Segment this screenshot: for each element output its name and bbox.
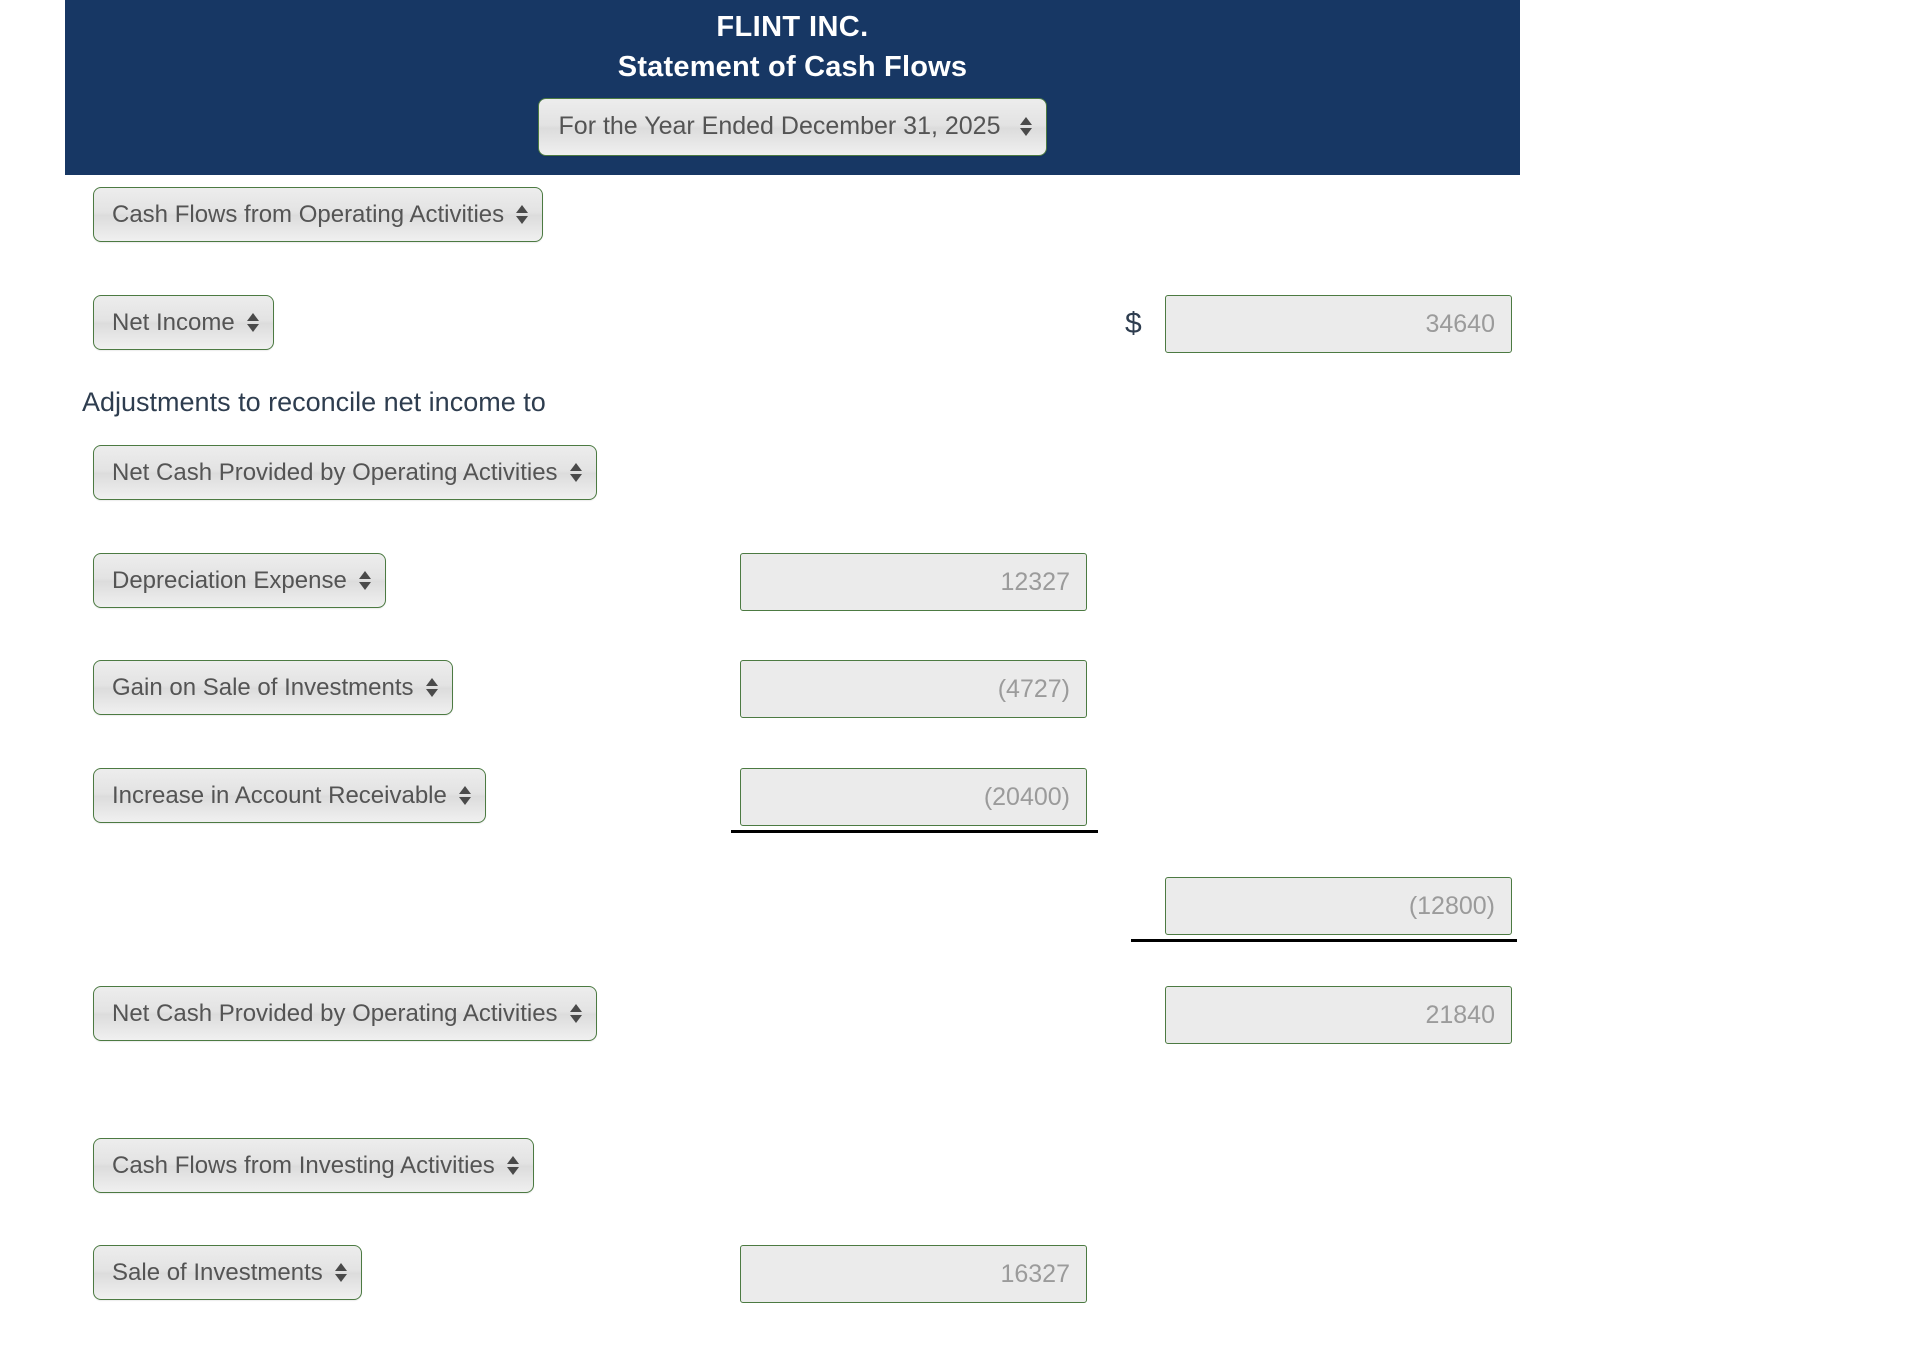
up-down-arrows-icon bbox=[569, 999, 583, 1029]
up-down-arrows-icon bbox=[515, 200, 529, 230]
net-income-amount-input[interactable]: 34640 bbox=[1165, 295, 1512, 353]
increase-account-receivable-amount-input[interactable]: (20400) bbox=[740, 768, 1087, 826]
increase-account-receivable-select[interactable]: Increase in Account Receivable bbox=[93, 768, 486, 823]
investing-section-select[interactable]: Cash Flows from Investing Activities bbox=[93, 1138, 534, 1193]
company-name: FLINT INC. bbox=[716, 11, 869, 43]
period-select-wrapper: For the Year Ended December 31, 2025 bbox=[65, 97, 1520, 156]
net-cash-operating-amount-input[interactable]: 21840 bbox=[1165, 986, 1512, 1044]
sale-of-investments-select[interactable]: Sale of Investments bbox=[93, 1245, 362, 1300]
net-income-label: Net Income bbox=[112, 308, 235, 336]
statement-header: FLINT INC. Statement of Cash Flows For t… bbox=[65, 0, 1520, 175]
investing-section-label: Cash Flows from Investing Activities bbox=[112, 1151, 495, 1179]
gain-on-sale-amount-input[interactable]: (4727) bbox=[740, 660, 1087, 718]
up-down-arrows-icon bbox=[506, 1151, 520, 1181]
adjustments-subtotal-amount-input[interactable]: (12800) bbox=[1165, 877, 1512, 935]
gain-on-sale-label: Gain on Sale of Investments bbox=[112, 673, 414, 701]
statement-title: Statement of Cash Flows bbox=[617, 51, 968, 84]
up-down-arrows-icon bbox=[569, 458, 583, 488]
depreciation-expense-amount-input[interactable]: 12327 bbox=[740, 553, 1087, 611]
up-down-arrows-icon bbox=[425, 673, 439, 703]
gain-on-sale-select[interactable]: Gain on Sale of Investments bbox=[93, 660, 453, 715]
sale-of-investments-amount-input[interactable]: 16327 bbox=[740, 1245, 1087, 1303]
up-down-arrows-icon bbox=[358, 566, 372, 596]
operating-section-select[interactable]: Cash Flows from Operating Activities bbox=[93, 187, 544, 242]
increase-account-receivable-label: Increase in Account Receivable bbox=[112, 781, 447, 809]
adjustments-subheading-label: Net Cash Provided by Operating Activitie… bbox=[112, 458, 558, 486]
net-cash-operating-label: Net Cash Provided by Operating Activitie… bbox=[112, 999, 558, 1027]
subtotal-rule-middle-column bbox=[731, 830, 1098, 833]
up-down-arrows-icon bbox=[246, 308, 260, 338]
operating-section-label: Cash Flows from Operating Activities bbox=[112, 200, 505, 228]
depreciation-expense-select[interactable]: Depreciation Expense bbox=[93, 553, 386, 608]
adjustments-note-text: Adjustments to reconcile net income to bbox=[82, 387, 546, 417]
sale-of-investments-label: Sale of Investments bbox=[112, 1258, 323, 1286]
up-down-arrows-icon bbox=[1019, 112, 1033, 142]
subtotal-rule-right-column bbox=[1131, 939, 1517, 942]
up-down-arrows-icon bbox=[458, 781, 472, 811]
depreciation-expense-label: Depreciation Expense bbox=[112, 566, 347, 594]
cash-flow-statement-page: FLINT INC. Statement of Cash Flows For t… bbox=[0, 0, 1912, 1370]
adjustments-subheading-select[interactable]: Net Cash Provided by Operating Activitie… bbox=[93, 445, 597, 500]
net-income-select[interactable]: Net Income bbox=[93, 295, 274, 350]
up-down-arrows-icon bbox=[334, 1258, 348, 1288]
currency-symbol: $ bbox=[1125, 307, 1142, 340]
period-select-label: For the Year Ended December 31, 2025 bbox=[558, 112, 1001, 141]
period-select[interactable]: For the Year Ended December 31, 2025 bbox=[537, 97, 1048, 156]
net-cash-operating-select[interactable]: Net Cash Provided by Operating Activitie… bbox=[93, 986, 597, 1041]
